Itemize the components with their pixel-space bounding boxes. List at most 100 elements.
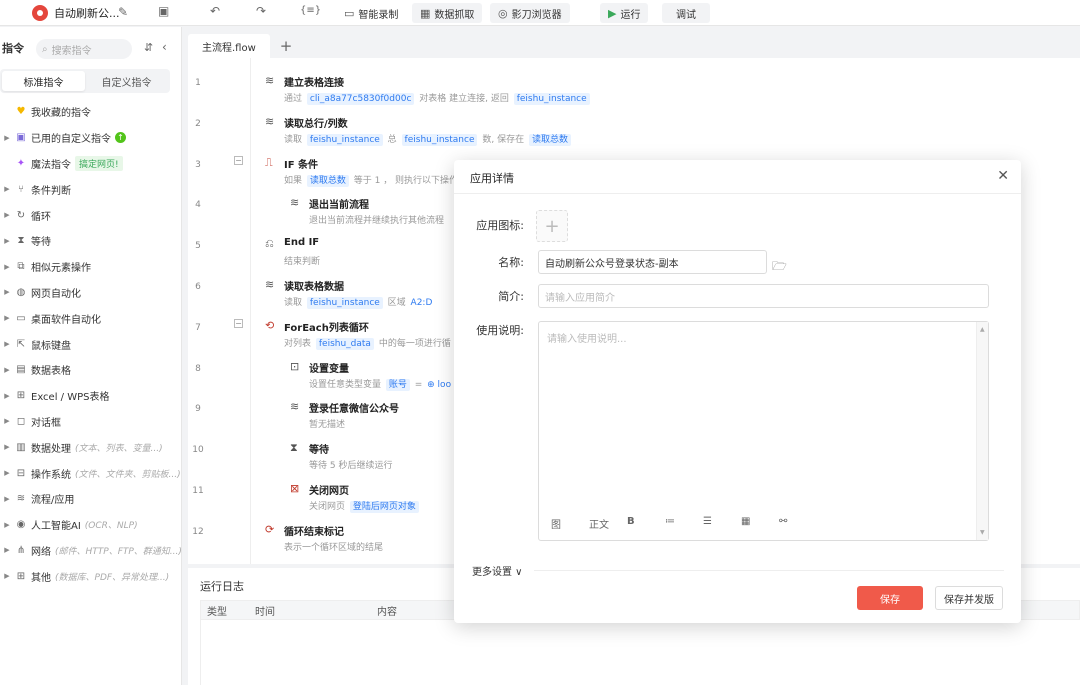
desc-text: 中的每一项进行循	[375, 338, 451, 349]
endif-icon: ⎌	[265, 237, 274, 251]
step-title: 读取表格数据	[284, 282, 344, 293]
step-description: 等待 5 秒后继续运行	[309, 458, 392, 471]
table-icon[interactable]: ▦	[741, 516, 779, 531]
collapse-icon[interactable]: ‹	[162, 40, 167, 54]
step-description: 结束判断	[284, 254, 320, 267]
upload-icon[interactable]: +	[536, 210, 568, 242]
step-description: 如果 读取总数 等于 1 ， 则执行以下操作	[284, 173, 459, 187]
redo-icon[interactable]: ↷	[256, 4, 266, 18]
sidebar-item-magic[interactable]: ✦ 魔法指令 搞定网页!	[0, 151, 182, 177]
desc-text: 退出当前流程并继续执行其他流程	[309, 216, 445, 227]
save-publish-button[interactable]: 保存并发版	[935, 586, 1003, 610]
desc-text: 结束判断	[284, 257, 321, 268]
log-table-body	[200, 620, 1080, 685]
editor-scrollbar[interactable]: ▲ ▼	[976, 322, 988, 540]
dialog-icon: ◻	[16, 415, 26, 427]
data-grab-button[interactable]: ▦ 数据抓取	[412, 3, 483, 23]
sidebar-item-favorites[interactable]: ♥ 我收藏的指令	[0, 99, 182, 125]
loop-icon: ↻	[16, 209, 26, 221]
sidebar-item-used-custom[interactable]: ▶ ▣ 已用的自定义指令 ↑	[0, 125, 182, 151]
desc-text: 等于 1 ， 则执行以下操作	[350, 175, 459, 186]
foreach-icon: ⟲	[265, 318, 275, 332]
desc-text: 区域	[384, 298, 409, 308]
variable-icon[interactable]: {≡}	[300, 5, 321, 16]
line-number: 12	[192, 526, 204, 537]
sidebar-item-dialog[interactable]: ▶ ◻ 对话框	[0, 409, 182, 435]
value-token: ⊕ loo	[427, 379, 452, 390]
add-tab-icon[interactable]: +	[280, 37, 293, 55]
sidebar-item-flow[interactable]: ▶ ≋ 流程/应用	[0, 486, 182, 512]
desc-text: 暂无描述	[309, 420, 346, 431]
browser-button[interactable]: ◎ 影刀浏览器	[490, 3, 570, 23]
sidebar-item-loop[interactable]: ▶ ↻ 循环	[0, 202, 182, 228]
text-style-button[interactable]: 正文	[589, 516, 627, 531]
sort-icon[interactable]: ⇵	[144, 41, 153, 54]
excel-icon: ⊞	[16, 390, 26, 402]
sidebar-item-ai[interactable]: ▶ ◉ 人工智能AI (OCR、NLP)	[0, 512, 182, 538]
scroll-down-icon[interactable]: ▼	[980, 529, 985, 536]
search-placeholder: 搜索指令	[51, 45, 92, 57]
sparkle-icon: ✦	[16, 157, 26, 169]
sidebar-item-network[interactable]: ▶ ⋔ 网络 (邮件、HTTP、FTP、群通知...)	[0, 538, 182, 564]
sidebar-item-data[interactable]: ▶ ▥ 数据处理 (文本、列表、变量...)	[0, 434, 182, 460]
chevron-right-icon: ▶	[4, 288, 10, 297]
sidebar-item-mouse[interactable]: ▶ ⇱ 鼠标键盘	[0, 331, 182, 357]
tab-custom[interactable]: 自定义指令	[85, 71, 168, 91]
debug-button[interactable]: 调试	[662, 3, 710, 23]
variable-token: feishu_instance	[306, 133, 383, 146]
os-icon: ⊟	[16, 467, 26, 479]
layers-icon: ≋	[265, 74, 275, 87]
sidebar-item-desktop[interactable]: ▶ ▭ 桌面软件自动化	[0, 305, 182, 331]
variable-token: 读取总数	[528, 133, 571, 146]
save-button[interactable]: 保存	[857, 586, 923, 610]
sidebar-item-web[interactable]: ▶ ◍ 网页自动化	[0, 280, 182, 306]
tab-standard[interactable]: 标准指令	[2, 71, 85, 91]
sidebar-item-excel[interactable]: ▶ ⊞ Excel / WPS表格	[0, 383, 182, 409]
scroll-up-icon[interactable]: ▲	[980, 326, 985, 333]
sidebar-item-other[interactable]: ▶ ⊞ 其他 (数据库、PDF、异常处理...)	[0, 563, 182, 589]
step-title: 读取总行/列数	[284, 118, 348, 130]
bullet-list-icon[interactable]: ☰	[703, 516, 741, 531]
search-icon: ⌕	[42, 43, 48, 55]
folder-icon[interactable]: 🗁	[772, 257, 787, 278]
name-input[interactable]: 自动刷新公众号登录状态-副本	[538, 250, 767, 274]
desc-text: 通过	[284, 94, 305, 104]
tab-main-flow[interactable]: 主流程.flow	[188, 34, 270, 58]
save-icon[interactable]: ▣	[158, 4, 169, 18]
undo-icon[interactable]: ↶	[210, 4, 220, 18]
sidebar-item-condition[interactable]: ▶ ⑂ 条件判断	[0, 176, 182, 202]
step-title: End IF	[284, 237, 320, 249]
ai-icon: ◉	[16, 519, 26, 531]
run-button[interactable]: ▶ 运行	[600, 3, 649, 23]
sidebar-item-table[interactable]: ▶ ▤ 数据表格	[0, 357, 182, 383]
link-icon[interactable]: ⚯	[779, 516, 817, 531]
name-label: 名称:	[498, 256, 524, 269]
more-settings-toggle[interactable]: 更多设置 ∨	[472, 563, 523, 578]
log-title: 运行日志	[200, 580, 244, 593]
sidebar-item-similar[interactable]: ▶ ⧉ 相似元素操作	[0, 254, 182, 280]
bold-icon[interactable]: B	[627, 516, 665, 531]
flow-step-row[interactable]: 1 ≋ 建立表格连接 通过 cli_a8a77c5830f0d00c 对表格 建立连接…	[188, 66, 1080, 107]
edit-icon[interactable]: ✎	[118, 5, 128, 19]
search-input[interactable]: ⌕ 搜索指令	[36, 39, 132, 59]
flow-title[interactable]: 自动刷新公...	[54, 5, 120, 21]
ordered-list-icon[interactable]: ≔	[665, 516, 703, 531]
fold-toggle-icon[interactable]: −	[234, 155, 243, 165]
value-token: A2:D	[410, 298, 433, 308]
smart-record-button[interactable]: ▭ 智能录制	[336, 3, 407, 23]
step-description: 设置任意类型变量 账号 = ⊕ loo	[309, 377, 453, 391]
usage-editor[interactable]: 请输入使用说明... 图 正文 B ≔ ☰ ▦ ⚯ ▲ ▼	[538, 321, 989, 541]
play-icon: ▶	[608, 6, 617, 20]
close-icon[interactable]: ✕	[997, 168, 1009, 184]
step-title: 设置变量	[309, 363, 349, 375]
intro-input[interactable]: 请输入应用简介	[538, 284, 989, 308]
step-description: 关闭网页 登陆后网页对象	[309, 499, 421, 513]
sidebar-item-os[interactable]: ▶ ⊟ 操作系统 (文件、文件夹、剪贴板...)	[0, 460, 182, 486]
image-icon[interactable]: 图	[551, 516, 589, 531]
layers-icon: ≋	[16, 493, 26, 505]
grid-icon: ⊞	[16, 570, 26, 582]
fold-toggle-icon[interactable]: −	[234, 318, 243, 328]
line-number: 7	[195, 322, 201, 333]
flow-step-row[interactable]: 2 ≋ 读取总行/列数 读取 feishu_instance 总 feishu_ins…	[188, 107, 1080, 148]
sidebar-item-wait[interactable]: ▶ ⧗ 等待	[0, 228, 182, 254]
